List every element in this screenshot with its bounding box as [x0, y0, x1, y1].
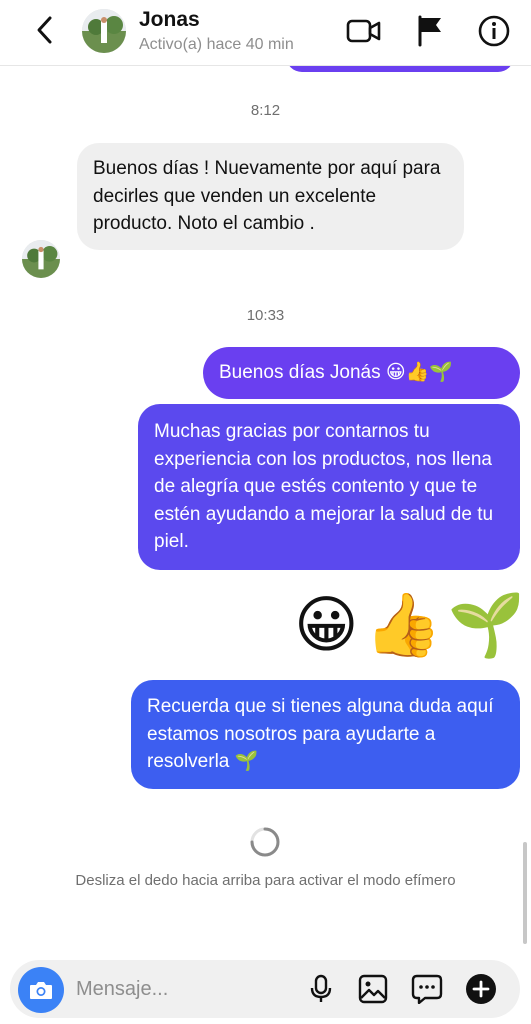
microphone-icon[interactable]: [303, 971, 339, 1007]
loading-spinner-icon: [249, 826, 281, 858]
seedling-emoji: 🌱: [447, 591, 526, 660]
outgoing-message[interactable]: Buenos días Jonás 😀👍🌱: [203, 347, 520, 399]
message-timestamp: 8:12: [250, 102, 281, 119]
outgoing-message[interactable]: Recuerda que si tienes alguna duda aquí …: [131, 680, 520, 789]
scrollbar[interactable]: [523, 842, 527, 944]
chat-header: Jonas Activo(a) hace 40 min: [0, 0, 531, 66]
vanish-mode-hint: Desliza el dedo hacia arriba para activa…: [75, 872, 456, 889]
grinning-face-emoji: 😀: [294, 591, 359, 660]
avatar[interactable]: [22, 240, 60, 278]
avatar[interactable]: [82, 9, 126, 53]
activity-status: Activo(a) hace 40 min: [139, 36, 294, 53]
message-timestamp: 10:33: [246, 307, 285, 324]
plus-icon[interactable]: [463, 971, 499, 1007]
video-call-icon[interactable]: [344, 12, 384, 50]
info-icon[interactable]: [474, 12, 514, 50]
thumbs-up-emoji: 👍: [364, 591, 442, 660]
incoming-message[interactable]: Buenos días ! Nuevamente por aquí para d…: [77, 143, 464, 250]
flag-icon[interactable]: [410, 12, 450, 50]
gallery-icon[interactable]: [355, 971, 391, 1007]
message-input[interactable]: [76, 974, 296, 1004]
back-chevron-icon[interactable]: [28, 14, 60, 46]
sticker-icon[interactable]: [409, 971, 445, 1007]
outgoing-message[interactable]: Muchas gracias por contarnos tu experien…: [138, 404, 520, 570]
camera-icon[interactable]: [18, 967, 64, 1013]
emoji-message[interactable]: 😀 👍 🌱: [294, 590, 525, 662]
message-composer: [10, 960, 520, 1018]
contact-name[interactable]: Jonas: [139, 8, 200, 32]
